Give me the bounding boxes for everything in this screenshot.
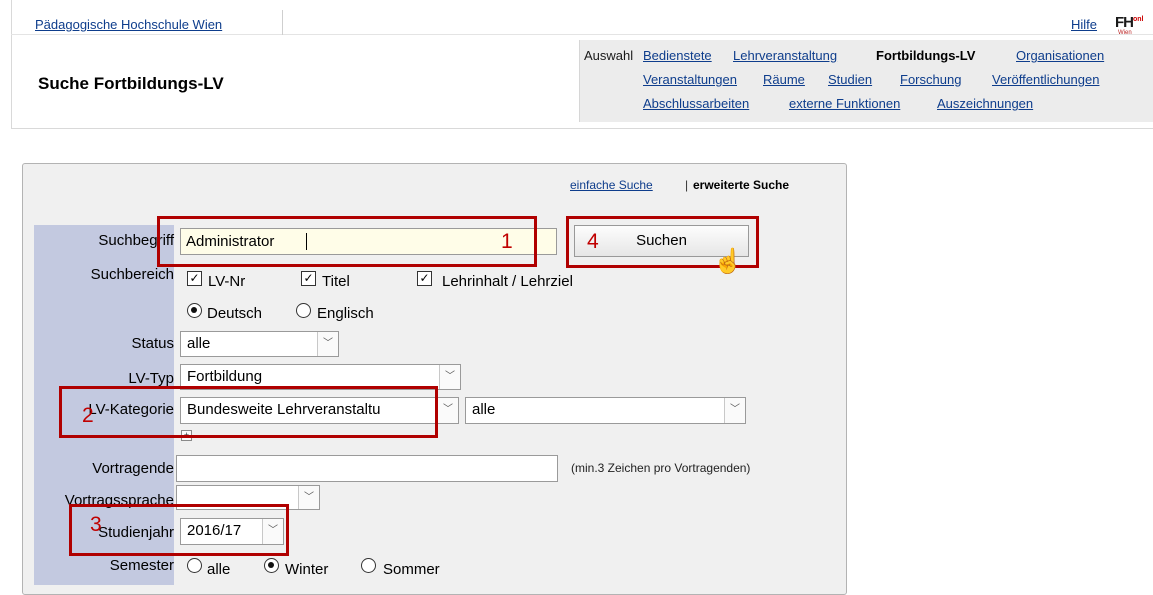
lecture-language-label: Vortragssprache — [64, 492, 174, 509]
chevron-down-icon: ﹀ — [724, 398, 745, 423]
nav-forschung[interactable]: Forschung — [900, 72, 961, 87]
help-link[interactable]: Hilfe — [1071, 17, 1097, 32]
search-term-label: Suchbegriff — [98, 232, 174, 249]
advanced-search-label: erweiterte Suche — [693, 178, 790, 192]
lv-type-label: LV-Typ — [128, 370, 174, 387]
callout-number-1: 1 — [501, 230, 513, 253]
nav-veranstaltungen[interactable]: Veranstaltungen — [643, 72, 737, 87]
checkbox-titel[interactable]: ✓ — [301, 271, 316, 286]
chevron-down-icon: ﹀ — [298, 486, 319, 509]
radio-semester-alle[interactable] — [187, 558, 202, 573]
nav-abschlussarbeiten[interactable]: Abschlussarbeiten — [643, 96, 749, 111]
callout-number-4: 4 — [587, 230, 599, 253]
study-year-select[interactable]: 2016/17 ﹀ — [180, 518, 284, 545]
radio-semester-alle-label: alle — [207, 561, 231, 578]
semester-label: Semester — [109, 557, 174, 574]
checkbox-lv-nr[interactable]: ✓ — [187, 271, 202, 286]
search-mode-separator: | — [685, 178, 689, 192]
fh-logo-subtitle: Wien — [1118, 30, 1132, 36]
study-year-select-value: 2016/17 — [187, 522, 242, 539]
simple-search-link[interactable]: einfache Suche — [570, 178, 653, 192]
lecture-language-select[interactable]: ﹀ — [176, 485, 320, 510]
checkbox-titel-label: Titel — [322, 273, 350, 290]
checkbox-lv-nr-label: LV-Nr — [208, 273, 246, 290]
radio-semester-sommer-label: Sommer — [383, 561, 440, 578]
radio-englisch-label: Englisch — [317, 305, 374, 322]
lecturers-label: Vortragende — [92, 460, 174, 477]
radio-deutsch[interactable] — [187, 303, 202, 318]
lv-type-select-value: Fortbildung — [187, 368, 263, 385]
institution-link[interactable]: Pädagogische Hochschule Wien — [35, 17, 222, 32]
fh-logo: FHonl — [1115, 14, 1144, 31]
chevron-down-icon: ﹀ — [437, 398, 458, 423]
radio-deutsch-label: Deutsch — [207, 305, 263, 322]
nav-auszeichnungen[interactable]: Auszeichnungen — [937, 96, 1033, 111]
checkbox-lehrinhalt-label: Lehrinhalt / Lehrziel — [442, 273, 573, 290]
search-area-label: Suchbereich — [90, 266, 174, 283]
add-category-icon[interactable]: + — [181, 430, 192, 441]
page-title: Suche Fortbildungs-LV — [38, 74, 224, 93]
status-select[interactable]: alle ﹀ — [180, 331, 339, 357]
header-separator — [282, 10, 283, 35]
lecturers-input[interactable] — [176, 455, 558, 482]
lv-category-select-value: Bundesweite Lehrveranstaltu — [187, 401, 381, 418]
nav-bedienstete[interactable]: Bedienstete — [643, 48, 712, 63]
radio-semester-winter-label: Winter — [285, 561, 329, 578]
text-caret — [306, 233, 307, 250]
chevron-down-icon: ﹀ — [317, 332, 338, 356]
nav-raeume[interactable]: Räume — [763, 72, 805, 87]
chevron-down-icon: ﹀ — [262, 519, 283, 544]
lv-type-select[interactable]: Fortbildung ﹀ — [180, 364, 461, 390]
callout-number-2: 2 — [82, 404, 94, 427]
status-label: Status — [131, 335, 174, 352]
lecturers-hint: (min.3 Zeichen pro Vortragenden) — [571, 461, 751, 475]
lv-subcategory-select-value: alle — [472, 401, 496, 418]
nav-veroeffentlichungen[interactable]: Veröffentlichungen — [992, 72, 1099, 87]
navigation-box: Auswahl Bedienstete Lehrveranstaltung Fo… — [579, 40, 1153, 122]
study-year-label: Studienjahr — [98, 524, 174, 541]
hand-cursor-icon: ☝ — [713, 248, 743, 275]
nav-organisationen[interactable]: Organisationen — [1016, 48, 1104, 63]
search-input-value: Administrator — [186, 233, 275, 250]
nav-selection-label: Auswahl — [584, 48, 634, 63]
radio-semester-winter[interactable] — [264, 558, 279, 573]
nav-externe-funktionen[interactable]: externe Funktionen — [789, 96, 900, 111]
chevron-down-icon: ﹀ — [439, 365, 460, 389]
lv-subcategory-select[interactable]: alle ﹀ — [465, 397, 746, 424]
header-divider — [11, 34, 1153, 35]
callout-number-3: 3 — [90, 513, 102, 536]
nav-fortbildungs-lv[interactable]: Fortbildungs-LV — [876, 48, 975, 63]
radio-englisch[interactable] — [296, 303, 311, 318]
nav-lehrveranstaltung[interactable]: Lehrveranstaltung — [733, 48, 837, 63]
lv-category-select[interactable]: Bundesweite Lehrveranstaltu ﹀ — [180, 397, 459, 424]
checkbox-lehrinhalt[interactable]: ✓ — [417, 271, 432, 286]
nav-studien[interactable]: Studien — [828, 72, 872, 87]
status-select-value: alle — [187, 335, 211, 352]
radio-semester-sommer[interactable] — [361, 558, 376, 573]
lv-category-label: LV-Kategorie — [88, 401, 174, 418]
